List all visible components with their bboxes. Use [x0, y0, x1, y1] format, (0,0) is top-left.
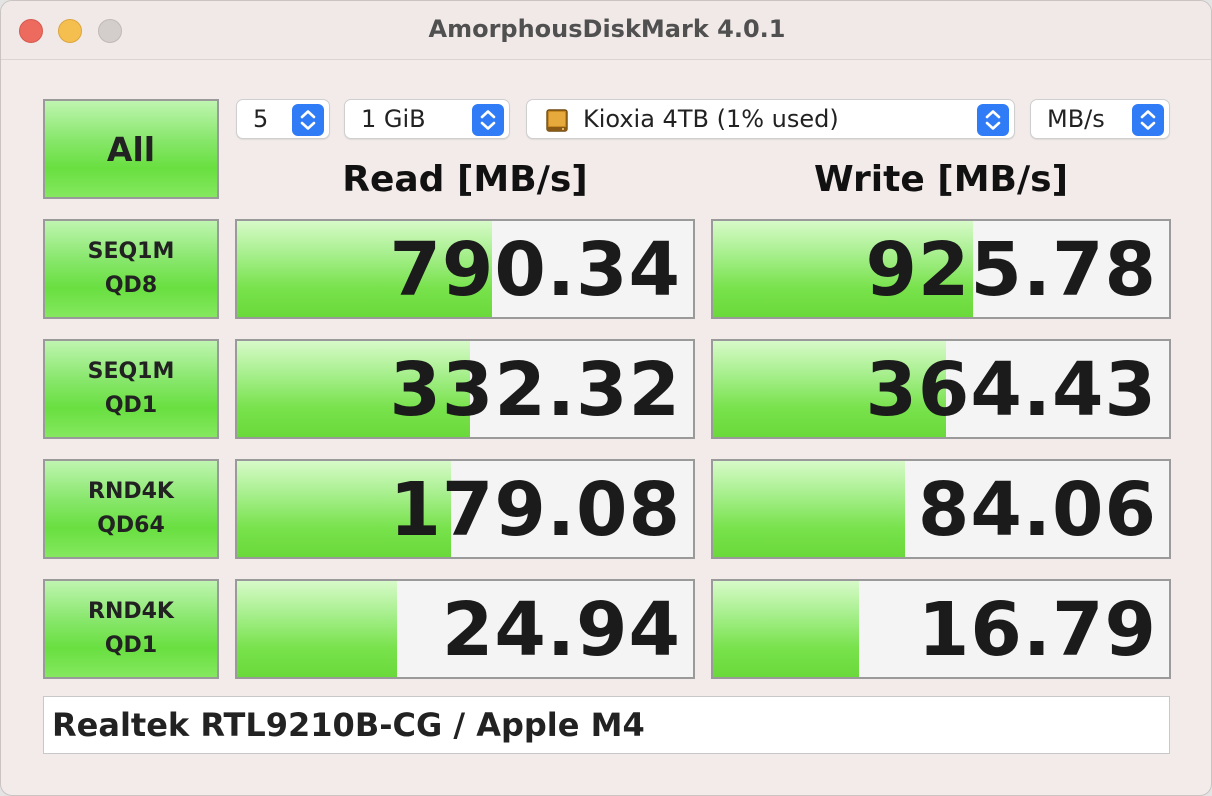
read-result-value: 24.94	[441, 587, 681, 673]
read-result-value: 790.34	[389, 227, 681, 313]
unit-select[interactable]: MB/s	[1030, 99, 1170, 139]
test-button-line2: QD1	[104, 633, 158, 658]
drive-select[interactable]: Kioxia 4TB (1% used)	[526, 99, 1015, 139]
test-button-seq1m-qd1[interactable]: SEQ1M QD1	[43, 339, 219, 439]
write-result-bar	[713, 461, 905, 557]
test-button-rnd4k-qd1[interactable]: RND4K QD1	[43, 579, 219, 679]
drive-select-value: Kioxia 4TB (1% used)	[583, 105, 839, 133]
size-select[interactable]: 1 GiB	[344, 99, 510, 139]
write-result-value: 84.06	[917, 467, 1157, 553]
size-select-chevrons-icon	[472, 104, 504, 136]
test-button-line2: QD64	[97, 513, 165, 538]
app-window: AmorphousDiskMark 4.0.1 All 5 1 GiB Kiox…	[0, 0, 1212, 796]
read-result-rnd4k-qd1: 24.94	[235, 579, 695, 679]
count-select-chevrons-icon	[292, 104, 324, 136]
read-result-value: 179.08	[389, 467, 681, 553]
count-select[interactable]: 5	[236, 99, 330, 139]
test-button-rnd4k-qd64[interactable]: RND4K QD64	[43, 459, 219, 559]
drive-icon	[544, 106, 572, 134]
all-button-label: All	[106, 129, 156, 169]
drive-select-chevrons-icon	[977, 104, 1009, 136]
all-button[interactable]: All	[43, 99, 219, 199]
write-result-rnd4k-qd1: 16.79	[711, 579, 1171, 679]
comment-text: Realtek RTL9210B-CG / Apple M4	[52, 706, 645, 744]
read-header: Read [MB/s]	[342, 159, 588, 200]
write-header: Write [MB/s]	[813, 159, 1069, 200]
write-result-value: 364.43	[865, 347, 1157, 433]
test-button-line1: SEQ1M	[87, 239, 175, 264]
read-result-value: 332.32	[389, 347, 681, 433]
test-button-line1: RND4K	[88, 479, 174, 504]
write-result-bar	[713, 581, 859, 677]
write-result-rnd4k-qd64: 84.06	[711, 459, 1171, 559]
comment-field[interactable]: Realtek RTL9210B-CG / Apple M4	[43, 696, 1170, 754]
write-result-value: 925.78	[865, 227, 1157, 313]
read-result-rnd4k-qd64: 179.08	[235, 459, 695, 559]
test-button-line2: QD1	[104, 393, 158, 418]
size-select-value: 1 GiB	[361, 105, 426, 133]
write-result-seq1m-qd8: 925.78	[711, 219, 1171, 319]
test-button-line2: QD8	[104, 273, 158, 298]
test-button-line1: RND4K	[88, 599, 174, 624]
read-result-bar	[237, 581, 397, 677]
unit-select-value: MB/s	[1047, 105, 1105, 133]
test-button-seq1m-qd8[interactable]: SEQ1M QD8	[43, 219, 219, 319]
read-result-seq1m-qd1: 332.32	[235, 339, 695, 439]
count-select-value: 5	[253, 105, 269, 133]
unit-select-chevrons-icon	[1132, 104, 1164, 136]
write-result-seq1m-qd1: 364.43	[711, 339, 1171, 439]
window-title: AmorphousDiskMark 4.0.1	[428, 15, 786, 43]
write-result-value: 16.79	[917, 587, 1157, 673]
read-result-seq1m-qd8: 790.34	[235, 219, 695, 319]
title-bar[interactable]: AmorphousDiskMark 4.0.1	[1, 1, 1211, 60]
test-button-line1: SEQ1M	[87, 359, 175, 384]
